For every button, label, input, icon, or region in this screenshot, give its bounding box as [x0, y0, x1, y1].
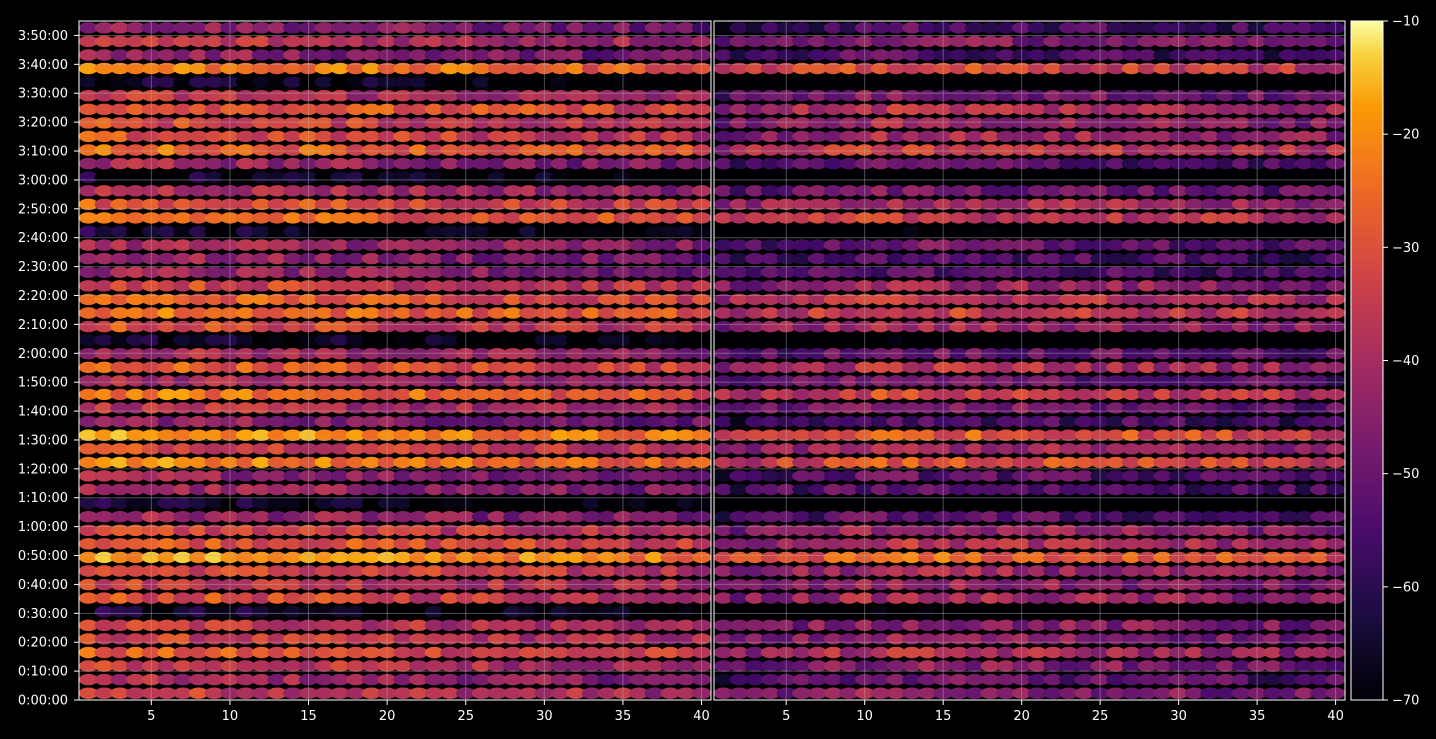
y-tick-label: 1:00:00	[18, 520, 68, 535]
colorbar-tick-label: −10	[1392, 15, 1419, 30]
colorbar-tick-label: −20	[1392, 128, 1419, 143]
heatmap-panel-left	[79, 21, 711, 700]
colorbar-tick-label: −30	[1392, 241, 1419, 256]
figure: 0:00:00 0:10:00 0:20:00 0:30:00 0:40:00 0:50:…	[18, 15, 1420, 725]
y-tick-label: 3:20:00	[18, 116, 68, 131]
x-tick-label: 35	[1249, 709, 1266, 724]
x-tick-label: 20	[1013, 709, 1030, 724]
colorbar-tick-label: −60	[1392, 580, 1419, 595]
heatmap-panel-right	[714, 21, 1345, 700]
x-tick-label: 10	[856, 709, 873, 724]
x-tick-label: 20	[379, 709, 396, 724]
y-tick-label: 1:20:00	[18, 462, 68, 477]
y-tick-label: 0:30:00	[18, 607, 68, 622]
y-tick-label: 3:40:00	[18, 58, 68, 73]
x-tick-label: 15	[935, 709, 952, 724]
x-axis-left: 5 10 15 20 25 30 35 40	[147, 700, 710, 724]
y-tick-label: 1:30:00	[18, 433, 68, 448]
colorbar: −70 −60 −50 −40 −30 −20 −10	[1350, 15, 1419, 709]
x-tick-label: 35	[615, 709, 632, 724]
x-tick-label: 40	[1327, 709, 1344, 724]
y-tick-label: 3:30:00	[18, 87, 68, 102]
x-tick-label: 30	[536, 709, 553, 724]
x-tick-label: 15	[300, 709, 317, 724]
y-tick-label: 3:10:00	[18, 145, 68, 160]
y-tick-label: 1:50:00	[18, 376, 68, 391]
y-tick-label: 3:00:00	[18, 173, 68, 188]
y-tick-label: 2:40:00	[18, 231, 68, 246]
y-tick-label: 2:10:00	[18, 318, 68, 333]
y-tick-label: 0:10:00	[18, 665, 68, 680]
y-tick-label: 0:20:00	[18, 636, 68, 651]
x-tick-label: 5	[147, 709, 155, 724]
y-axis-left: 0:00:00 0:10:00 0:20:00 0:30:00 0:40:00 0:50:…	[18, 29, 79, 709]
y-tick-label: 1:10:00	[18, 491, 68, 506]
y-tick-label: 0:50:00	[18, 549, 68, 564]
x-tick-label: 30	[1170, 709, 1187, 724]
x-tick-label: 40	[693, 709, 710, 724]
x-axis-right: 5 10 15 20 25 30 35 40	[782, 700, 1344, 724]
y-tick-label: 1:40:00	[18, 405, 68, 420]
y-tick-label: 2:50:00	[18, 202, 68, 217]
colorbar-tick-label: −40	[1392, 354, 1419, 369]
x-tick-label: 25	[457, 709, 474, 724]
y-tick-label: 2:20:00	[18, 289, 68, 304]
y-tick-label: 0:40:00	[18, 578, 68, 593]
colorbar-tick-label: −70	[1392, 694, 1419, 709]
y-tick-label: 2:30:00	[18, 260, 68, 275]
colorbar-tick-label: −50	[1392, 467, 1419, 482]
x-tick-label: 5	[782, 709, 790, 724]
y-tick-label: 2:00:00	[18, 347, 68, 362]
y-tick-label: 0:00:00	[18, 694, 68, 709]
colorbar-ticks: −70 −60 −50 −40 −30 −20 −10	[1383, 15, 1419, 709]
x-tick-label: 10	[222, 709, 239, 724]
colorbar-gradient	[1350, 20, 1384, 701]
x-tick-label: 25	[1092, 709, 1109, 724]
y-tick-label: 3:50:00	[18, 29, 68, 44]
